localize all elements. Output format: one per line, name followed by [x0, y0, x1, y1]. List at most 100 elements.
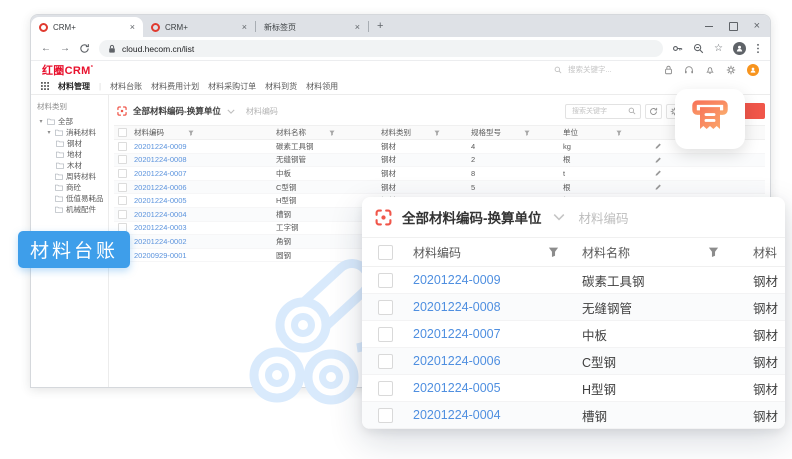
bell-icon[interactable]: [705, 65, 715, 75]
column-header-category[interactable]: 材料类别: [374, 127, 464, 138]
table-row[interactable]: 20201224-0009碳素工具钢钢材: [362, 267, 785, 294]
nav-item-cost-plan[interactable]: 材料费用计划: [151, 81, 199, 92]
column-header-category[interactable]: 材料: [740, 244, 785, 261]
row-checkbox[interactable]: [118, 196, 127, 205]
view-title[interactable]: 全部材料编码-换算单位: [133, 105, 221, 117]
select-all-checkbox[interactable]: [118, 128, 127, 137]
cell-code[interactable]: 20201224-0003: [128, 223, 269, 232]
nav-item-material-ledger[interactable]: 材料台账: [110, 81, 142, 92]
cell-code[interactable]: 20201224-0007: [128, 169, 269, 178]
row-checkbox[interactable]: [118, 155, 127, 164]
table-row[interactable]: 20201224-0008无缝钢管钢材2根: [114, 154, 765, 168]
key-icon[interactable]: [672, 43, 683, 54]
chevron-down-icon[interactable]: [553, 213, 565, 221]
table-row[interactable]: 20201224-0007中板钢材: [362, 321, 785, 348]
cell-code[interactable]: 20201224-0006: [406, 354, 572, 368]
browser-tab-3[interactable]: 新标签页 ×: [256, 17, 368, 37]
edit-icon[interactable]: [654, 169, 662, 177]
row-checkbox[interactable]: [378, 408, 393, 423]
gear-icon[interactable]: [726, 65, 736, 75]
cell-code[interactable]: 20201224-0008: [128, 155, 269, 164]
nav-module-title[interactable]: 材料管理: [58, 81, 90, 92]
cell-code[interactable]: 20201224-0004: [406, 408, 572, 422]
select-all-checkbox[interactable]: [378, 245, 393, 260]
table-row[interactable]: 20201224-0008无缝钢管钢材: [362, 294, 785, 321]
cell-code[interactable]: 20201224-0006: [128, 183, 269, 192]
cell-code[interactable]: 20200929-0001: [128, 251, 269, 260]
cell-code[interactable]: 20201224-0007: [406, 327, 572, 341]
filter-icon[interactable]: [434, 130, 440, 136]
back-button[interactable]: ←: [41, 44, 51, 54]
row-checkbox[interactable]: [378, 327, 393, 342]
browser-tab-1[interactable]: CRM+ ×: [31, 17, 143, 37]
browser-menu-icon[interactable]: [756, 43, 760, 54]
browser-tab-2[interactable]: CRM+ ×: [143, 17, 255, 37]
forward-button[interactable]: →: [60, 44, 70, 54]
filter-icon[interactable]: [548, 247, 559, 258]
filter-icon[interactable]: [708, 247, 719, 258]
user-avatar[interactable]: [747, 64, 759, 76]
table-row[interactable]: 20201224-0006C型钢钢材5根: [114, 181, 765, 195]
row-checkbox[interactable]: [118, 210, 127, 219]
tree-item-ground-material[interactable]: 地材: [31, 149, 108, 160]
column-header-spec[interactable]: 规格型号: [464, 127, 556, 138]
cell-code[interactable]: 20201224-0002: [128, 237, 269, 246]
filter-icon[interactable]: [188, 130, 194, 136]
column-header-unit[interactable]: 单位: [556, 127, 640, 138]
row-checkbox[interactable]: [378, 354, 393, 369]
headset-icon[interactable]: [684, 65, 694, 75]
profile-avatar[interactable]: [733, 42, 746, 55]
bookmark-star-icon[interactable]: ☆: [714, 44, 723, 54]
cell-code[interactable]: 20201224-0005: [406, 381, 572, 395]
table-row[interactable]: 20201224-0007中板钢材8t: [114, 167, 765, 181]
tree-item-steel[interactable]: 钢材: [31, 138, 108, 149]
row-checkbox[interactable]: [378, 273, 393, 288]
cell-code[interactable]: 20201224-0008: [406, 300, 572, 314]
cell-code[interactable]: 20201224-0005: [128, 196, 269, 205]
table-row[interactable]: 20201224-0005H型钢钢材: [362, 375, 785, 402]
edit-icon[interactable]: [654, 142, 662, 150]
caret-down-icon[interactable]: ▾: [38, 118, 44, 125]
column-header-name[interactable]: 材料名称: [269, 127, 374, 138]
edit-icon[interactable]: [654, 156, 662, 164]
tab-close-icon[interactable]: ×: [355, 23, 360, 32]
lock-icon[interactable]: [664, 65, 673, 75]
nav-item-requisition[interactable]: 材料领用: [306, 81, 338, 92]
cell-code[interactable]: 20201224-0004: [128, 210, 269, 219]
row-checkbox[interactable]: [118, 142, 127, 151]
row-checkbox[interactable]: [378, 300, 393, 315]
tab-close-icon[interactable]: ×: [242, 23, 247, 32]
column-header-code[interactable]: 材料编码: [406, 244, 572, 261]
tree-item-machine-parts[interactable]: 机械配件: [31, 204, 108, 215]
tree-item-turnover-material[interactable]: 周转材料: [31, 171, 108, 182]
header-search-input[interactable]: [566, 64, 648, 75]
tree-item-wood[interactable]: 木材: [31, 160, 108, 171]
tree-item-consumables[interactable]: ▾ 消耗材料: [31, 127, 108, 138]
nav-item-arrival[interactable]: 材料到货: [265, 81, 297, 92]
column-header-name[interactable]: 材料名称: [572, 244, 740, 261]
apps-grid-icon[interactable]: [41, 82, 49, 90]
cell-code[interactable]: 20201224-0009: [406, 273, 572, 287]
list-search[interactable]: [565, 104, 641, 119]
tree-item-all[interactable]: ▾ 全部: [31, 116, 108, 127]
refresh-button[interactable]: [645, 104, 662, 119]
nav-item-purchase-order[interactable]: 材料采购订单: [208, 81, 256, 92]
table-row[interactable]: 20201224-0006C型钢钢材: [362, 348, 785, 375]
table-row[interactable]: 20201224-0009碳素工具钢钢材4kg: [114, 140, 765, 154]
minimize-button[interactable]: [705, 26, 713, 27]
row-checkbox[interactable]: [118, 183, 127, 192]
maximize-button[interactable]: [729, 22, 738, 31]
tree-item-concrete[interactable]: 商砼: [31, 182, 108, 193]
row-checkbox[interactable]: [118, 169, 127, 178]
new-tab-button[interactable]: +: [377, 21, 383, 32]
filter-icon[interactable]: [329, 130, 335, 136]
table-row[interactable]: 20201224-0004槽钢钢材: [362, 402, 785, 429]
tree-item-low-value[interactable]: 低值易耗品: [31, 193, 108, 204]
reload-button[interactable]: [79, 43, 90, 54]
edit-icon[interactable]: [654, 183, 662, 191]
row-checkbox[interactable]: [378, 381, 393, 396]
tab-close-icon[interactable]: ×: [130, 23, 135, 32]
zoom-icon[interactable]: [693, 43, 704, 54]
panel-view-title[interactable]: 全部材料编码-换算单位: [402, 207, 542, 227]
list-search-input[interactable]: [570, 107, 625, 116]
